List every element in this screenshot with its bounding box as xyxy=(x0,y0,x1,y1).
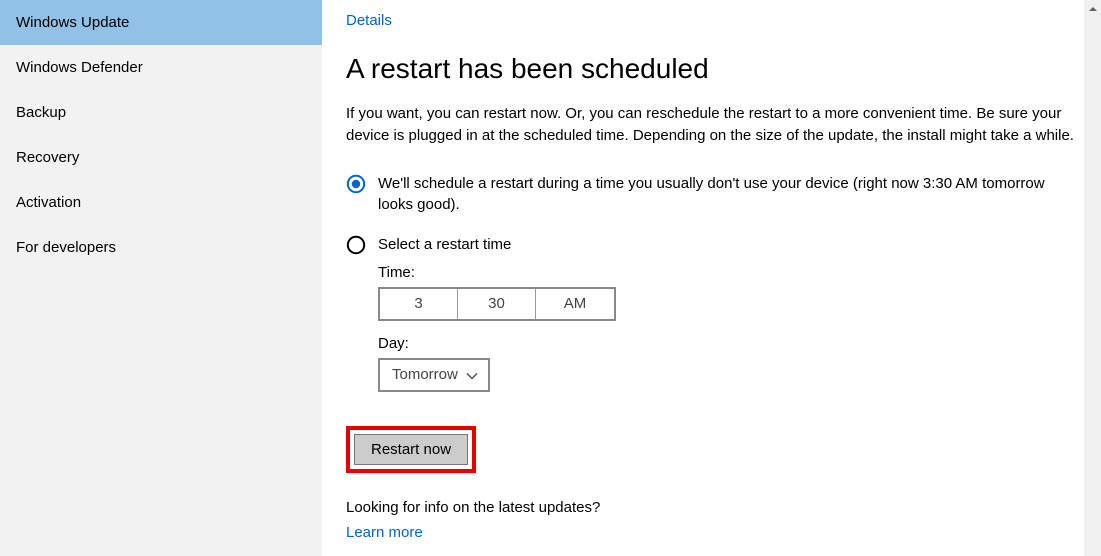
restart-option-auto[interactable]: We'll schedule a restart during a time y… xyxy=(346,173,1077,217)
more-info-text: Looking for info on the latest updates? xyxy=(346,499,1077,516)
manual-time-block: Time: 3 30 AM Day: Tomorrow xyxy=(378,264,1077,392)
day-select-value: Tomorrow xyxy=(392,366,458,383)
learn-more-link[interactable]: Learn more xyxy=(346,524,1077,541)
page-heading: A restart has been scheduled xyxy=(346,53,1077,85)
restart-option-manual-label: Select a restart time xyxy=(378,234,511,256)
time-label: Time: xyxy=(378,264,1077,281)
sidebar-item-recovery[interactable]: Recovery xyxy=(0,135,322,180)
sidebar-item-label: Activation xyxy=(16,194,81,211)
radio-unchecked-icon xyxy=(346,235,366,255)
main-content: Details A restart has been scheduled If … xyxy=(322,0,1101,556)
sidebar-item-activation[interactable]: Activation xyxy=(0,180,322,225)
radio-checked-icon xyxy=(346,174,366,194)
time-hour-cell[interactable]: 3 xyxy=(380,289,458,319)
sidebar-item-backup[interactable]: Backup xyxy=(0,90,322,135)
time-picker: 3 30 AM xyxy=(378,287,616,321)
sidebar-item-label: For developers xyxy=(16,239,116,256)
sidebar-item-windows-update[interactable]: Windows Update xyxy=(0,0,322,45)
sidebar-item-label: Windows Update xyxy=(16,14,129,31)
day-label: Day: xyxy=(378,335,1077,352)
sidebar-item-windows-defender[interactable]: Windows Defender xyxy=(0,45,322,90)
restart-option-auto-label: We'll schedule a restart during a time y… xyxy=(378,173,1077,217)
sidebar-item-label: Recovery xyxy=(16,149,79,166)
details-link[interactable]: Details xyxy=(346,12,1077,29)
restart-option-manual[interactable]: Select a restart time xyxy=(346,234,1077,256)
restart-now-button[interactable]: Restart now xyxy=(354,434,468,465)
settings-sidebar: Windows Update Windows Defender Backup R… xyxy=(0,0,322,556)
time-minute-cell[interactable]: 30 xyxy=(458,289,536,319)
sidebar-item-for-developers[interactable]: For developers xyxy=(0,225,322,270)
vertical-scrollbar[interactable] xyxy=(1084,0,1101,556)
sidebar-item-label: Backup xyxy=(16,104,66,121)
restart-now-highlight: Restart now xyxy=(346,426,476,473)
chevron-down-icon xyxy=(466,369,478,381)
sidebar-item-label: Windows Defender xyxy=(16,59,143,76)
scroll-up-arrow-icon[interactable] xyxy=(1084,0,1101,17)
time-ampm-cell[interactable]: AM xyxy=(536,289,614,319)
day-select[interactable]: Tomorrow xyxy=(378,358,490,392)
page-description: If you want, you can restart now. Or, yo… xyxy=(346,103,1077,147)
